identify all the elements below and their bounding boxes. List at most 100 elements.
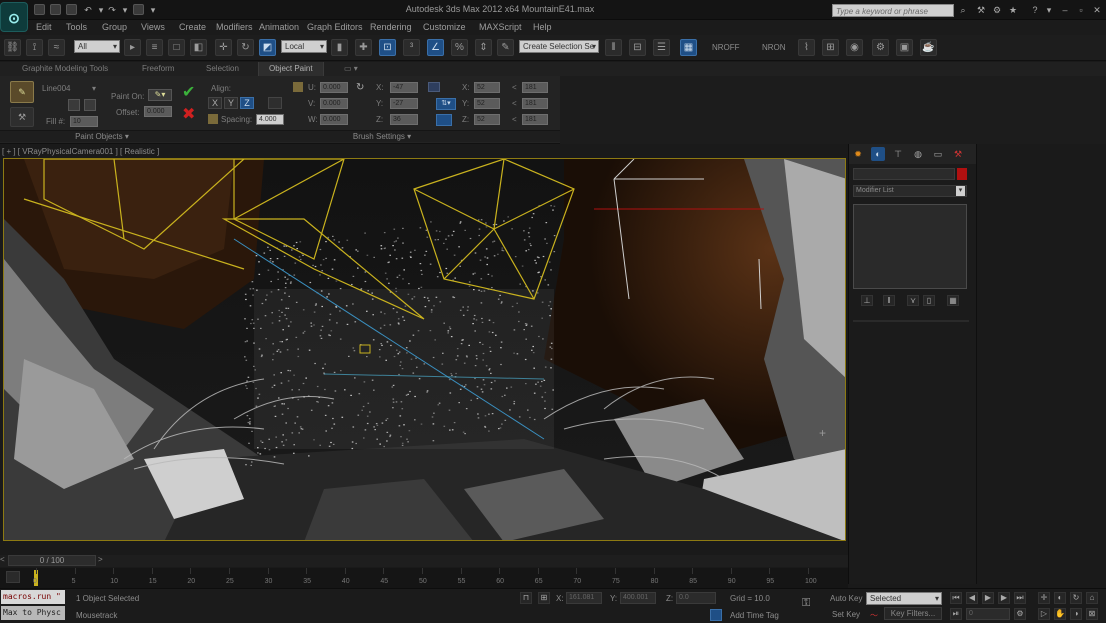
time-slider-prev-icon[interactable]: <	[0, 555, 5, 564]
align-x-button[interactable]: X	[208, 97, 222, 109]
tab-graphite-modeling-tools[interactable]: Graphite Modeling Tools	[22, 64, 108, 73]
key-mode-dropdown[interactable]: Selected	[866, 592, 942, 605]
pick-object-icon[interactable]	[68, 99, 80, 111]
previous-frame-icon[interactable]: ◀	[966, 592, 978, 604]
favorites-star-icon[interactable]: ★	[1008, 5, 1018, 15]
save-file-icon[interactable]	[66, 4, 77, 15]
menu-views[interactable]: Views	[141, 22, 165, 32]
scale-y-max-spinner[interactable]: 181	[522, 98, 548, 109]
scale-y-spinner[interactable]: 52	[474, 98, 500, 109]
render-setup-icon[interactable]: ⚙	[872, 39, 889, 56]
scale-z-max-spinner[interactable]: 181	[522, 114, 548, 125]
select-and-move-icon[interactable]: ✛	[215, 39, 232, 56]
z-coord-field[interactable]: 0.0	[676, 592, 716, 604]
rendered-frame-window-icon[interactable]: ▣	[896, 39, 913, 56]
menu-animation[interactable]: Animation	[259, 22, 299, 32]
time-slider-thumb[interactable]: 0 / 100	[8, 555, 96, 566]
maxscript-listener-line[interactable]: macros.run "	[1, 590, 65, 604]
menu-create[interactable]: Create	[179, 22, 206, 32]
time-slider[interactable]: < 0 / 100 >	[0, 555, 848, 567]
make-unique-icon[interactable]: ⋎	[907, 295, 919, 306]
nroff-button[interactable]: NROFF	[712, 43, 740, 52]
layer-manager-icon[interactable]: ☰	[653, 39, 670, 56]
bind-space-warp-icon[interactable]: ≈	[48, 39, 65, 56]
mirror-icon[interactable]: ⫴	[605, 39, 622, 56]
modify-tab-icon[interactable]: ◐	[871, 147, 885, 161]
tab-freeform[interactable]: Freeform	[142, 64, 174, 73]
open-file-icon[interactable]	[50, 4, 61, 15]
hierarchy-tab-icon[interactable]: ⊤	[891, 147, 905, 161]
maximize-viewport-icon[interactable]: ⊠	[1086, 608, 1098, 620]
track-bar[interactable]: 0 5 10 15 20 25 30 35 40 45 50 55 60 65 70 75 80 85 90 95 10…	[0, 568, 848, 588]
subscription-icon[interactable]: ⚒	[976, 5, 986, 15]
render-production-icon[interactable]: ☕	[920, 39, 937, 56]
menu-maxscript[interactable]: MAXScript	[479, 22, 522, 32]
redo-icon[interactable]: ↷	[107, 5, 117, 15]
group-paint-objects[interactable]: Paint Objects ▾	[0, 130, 204, 142]
set-key-curve-icon[interactable]: 〜	[870, 610, 878, 621]
help-icon[interactable]: ?	[1030, 5, 1040, 15]
paint-brush-icon[interactable]: ✎	[10, 81, 34, 103]
select-and-scale-icon[interactable]: ◩	[259, 39, 276, 56]
graphite-toggle-icon[interactable]: ▦	[680, 39, 697, 56]
pan-view-icon[interactable]: ✋	[1054, 608, 1066, 620]
percent-snap-icon[interactable]: %	[451, 39, 468, 56]
align-icon[interactable]: ⊟	[629, 39, 646, 56]
maximize-icon[interactable]: ▫	[1076, 5, 1086, 15]
u-spinner[interactable]: 0.000	[320, 82, 348, 93]
scale-mode-dropdown[interactable]: ⇅▾	[436, 98, 456, 110]
spinner-snap-icon[interactable]: ⇕	[475, 39, 492, 56]
scale-lock-icon[interactable]	[428, 82, 440, 92]
edit-named-selection-icon[interactable]: ✎	[497, 39, 514, 56]
align-flip-icon[interactable]	[268, 97, 282, 109]
project-folder-icon[interactable]	[133, 4, 144, 15]
help-dropdown-icon[interactable]: ▾	[1044, 5, 1054, 15]
perspective-viewport[interactable]: +	[3, 158, 846, 541]
select-object-icon[interactable]: ▸	[124, 39, 141, 56]
maxscript-output-line[interactable]: Max to Physc	[1, 606, 65, 620]
fill-brush-icon[interactable]: ⚒	[10, 107, 34, 127]
menu-graph-editors[interactable]: Graph Editors	[307, 22, 363, 32]
go-to-start-icon[interactable]: ⏮	[950, 592, 962, 604]
curve-editor-icon[interactable]: ⌇	[798, 39, 815, 56]
spacing-spinner[interactable]: 4.000	[256, 114, 284, 125]
menu-customize[interactable]: Customize	[423, 22, 466, 32]
select-by-name-icon[interactable]: ≡	[146, 39, 163, 56]
tab-selection[interactable]: Selection	[206, 64, 239, 73]
go-to-end-icon[interactable]: ⏭	[1014, 592, 1026, 604]
keyboard-shortcut-override-icon[interactable]: ⊡	[379, 39, 396, 56]
selection-filter-dropdown[interactable]: All	[74, 40, 120, 53]
schematic-view-icon[interactable]: ⊞	[822, 39, 839, 56]
scale-random-icon[interactable]	[436, 114, 452, 126]
minimize-icon[interactable]: –	[1060, 5, 1070, 15]
utilities-tab-icon[interactable]: ⚒	[951, 147, 965, 161]
cancel-x-icon[interactable]: ✖	[182, 104, 195, 124]
offset-spinner[interactable]: 0.000	[144, 106, 172, 117]
menu-help[interactable]: Help	[533, 22, 552, 32]
play-icon[interactable]: ▶	[982, 592, 994, 604]
nron-button[interactable]: NRON	[762, 43, 786, 52]
time-configuration-icon[interactable]: ⚙	[1014, 608, 1026, 620]
pivot-center-icon[interactable]: ▮	[331, 39, 348, 56]
viewport-label[interactable]: [ + ] [ VRayPhysicalCamera001 ] [ Realis…	[2, 147, 159, 156]
menu-rendering[interactable]: Rendering	[370, 22, 412, 32]
pin-stack-icon[interactable]: ⊥	[861, 295, 873, 306]
binoculars-icon[interactable]: ⌕	[958, 5, 968, 15]
search-input[interactable]: Type a keyword or phrase	[832, 4, 954, 17]
absolute-mode-icon[interactable]: ⊞	[538, 592, 550, 604]
time-slider-next-icon[interactable]: >	[98, 555, 103, 564]
scale-x-max-spinner[interactable]: 181	[522, 82, 548, 93]
zoom-icon[interactable]: ✛	[1038, 592, 1050, 604]
remove-modifier-icon[interactable]: ▯	[923, 295, 935, 306]
key-icon[interactable]: ⚿	[802, 597, 810, 610]
tab-object-paint[interactable]: Object Paint	[258, 62, 324, 76]
object-list-icon[interactable]	[84, 99, 96, 111]
show-end-result-icon[interactable]: ‖	[883, 295, 895, 306]
auto-key-button[interactable]: Auto Key	[830, 594, 862, 603]
group-brush-settings[interactable]: Brush Settings ▾	[204, 130, 560, 142]
menu-modifiers[interactable]: Modifiers	[216, 22, 253, 32]
add-time-tag[interactable]: Add Time Tag	[730, 611, 779, 620]
rectangular-selection-icon[interactable]: □	[168, 39, 185, 56]
commit-check-icon[interactable]: ✔	[182, 82, 195, 102]
fill-count-spinner[interactable]: 10	[70, 116, 98, 127]
